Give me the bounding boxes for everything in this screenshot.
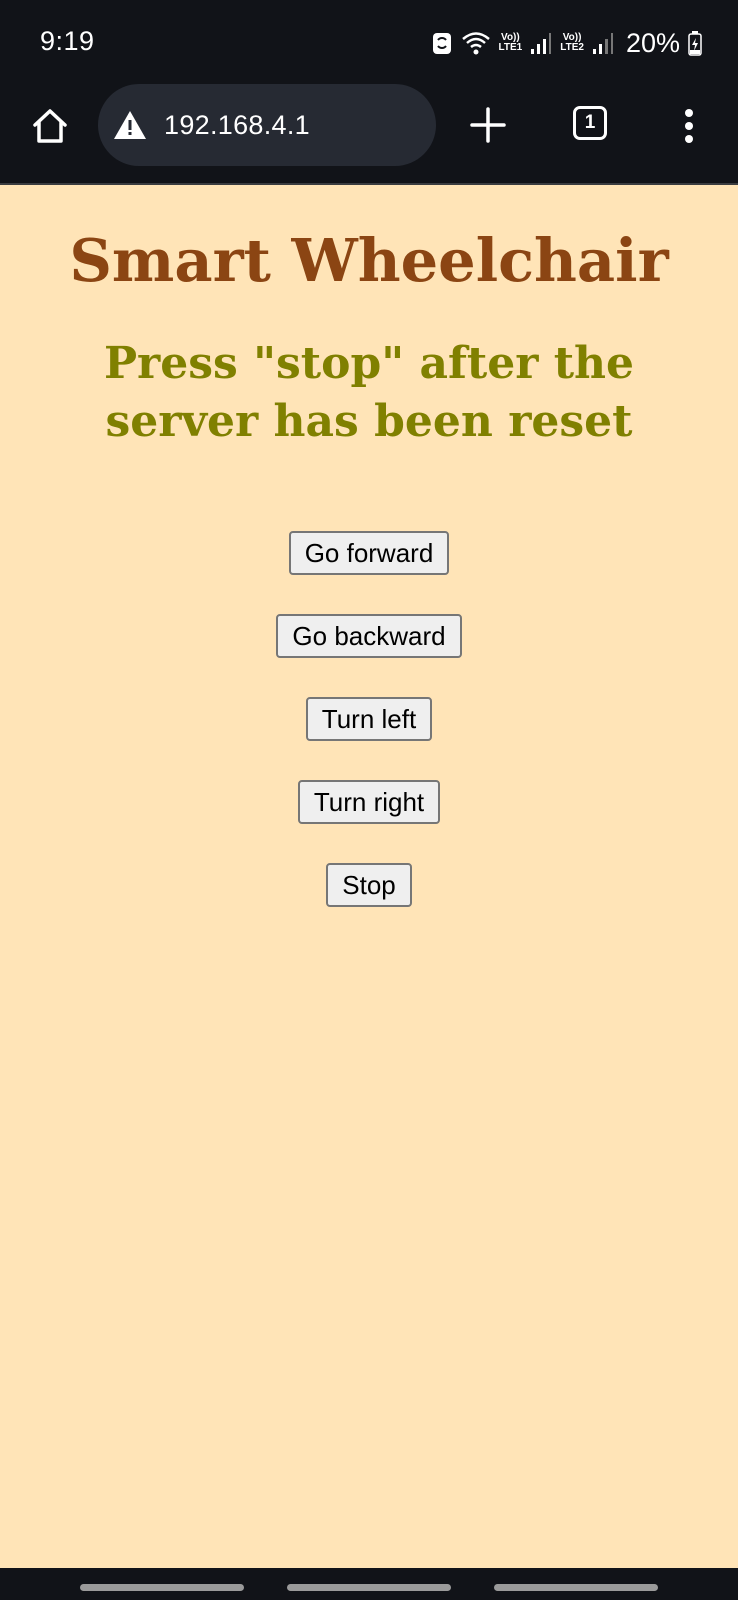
go-forward-button[interactable]: Go forward [288,531,450,575]
nav-gesture-right[interactable] [494,1584,658,1591]
warning-icon[interactable] [112,107,148,143]
status-icons: Vo)) LTE1 Vo)) LTE2 20% [431,26,702,60]
stop-button[interactable]: Stop [326,863,412,907]
signal-icon [592,31,614,55]
address-bar[interactable]: 192.168.4.1 [98,84,436,166]
control-buttons: Go forward Go backward Turn left Turn ri… [0,531,738,907]
nav-gesture-left[interactable] [80,1584,244,1591]
tabs-icon[interactable]: 1 [573,106,607,140]
browser-toolbar: 192.168.4.1 1 [0,82,738,185]
page-title: Smart Wheelchair [69,226,669,295]
signal-icon [530,31,552,55]
home-icon[interactable] [28,104,72,148]
turn-left-button[interactable]: Turn left [305,697,433,741]
overflow-menu-icon[interactable] [674,104,704,148]
sim2-lte-text: LTE2 [560,42,584,53]
go-backward-button[interactable]: Go backward [276,614,462,658]
status-bar: 9:19 Vo)) LTE1 Vo)) LTE2 20% [0,0,738,82]
page-subtitle: Press "stop" after the server has been r… [103,338,635,447]
sim2-network-label: Vo)) LTE2 [560,33,584,53]
web-page: Smart Wheelchair Press "stop" after the … [0,185,738,1565]
turn-right-button[interactable]: Turn right [297,780,441,824]
wifi-icon [461,30,491,56]
new-tab-plus-icon[interactable] [468,105,508,145]
battery-charging-icon [688,30,702,56]
sim1-lte-text: LTE1 [498,42,523,53]
sim1-network-label: Vo)) LTE1 [499,33,523,53]
status-time: 9:19 [40,26,95,56]
battery-percentage: 20% [625,27,680,58]
system-nav-bar [0,1568,738,1600]
url-text[interactable]: 192.168.4.1 [164,110,310,141]
nav-gesture-center[interactable] [287,1584,451,1591]
sync-icon [431,30,453,56]
